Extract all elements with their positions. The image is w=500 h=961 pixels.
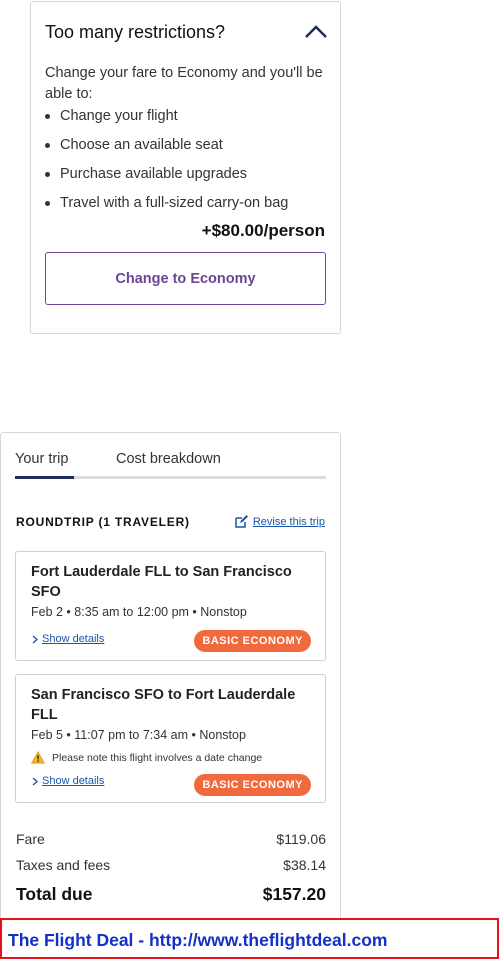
- flight-leg-return: San Francisco SFO to Fort Lauderdale FLL…: [15, 674, 326, 803]
- show-details-label: Show details: [42, 633, 105, 645]
- chevron-right-icon: [31, 777, 39, 786]
- trip-type-heading: ROUNDTRIP (1 TRAVELER): [16, 515, 190, 529]
- chevron-right-icon: [31, 635, 39, 644]
- active-tab-indicator: [15, 476, 74, 479]
- date-change-note-text: Please note this flight involves a date …: [52, 751, 263, 764]
- fare-class-badge: BASIC ECONOMY: [194, 630, 311, 652]
- chevron-up-icon[interactable]: [303, 22, 329, 42]
- total-value: $157.20: [262, 884, 326, 904]
- change-to-economy-button[interactable]: Change to Economy: [45, 252, 326, 305]
- leg-route: San Francisco SFO to Fort Lauderdale FLL: [31, 687, 296, 723]
- fare-label: Fare: [16, 831, 45, 847]
- leg-schedule: Feb 5 • 11:07 pm to 7:34 am • Nonstop: [31, 728, 246, 742]
- benefit-item: Travel with a full-sized carry-on bag: [45, 192, 288, 221]
- flight-leg-outbound: Fort Lauderdale FLL to San Francisco SFO…: [15, 551, 326, 661]
- trip-summary-card: Your trip Cost breakdown ROUNDTRIP (1 TR…: [0, 432, 341, 922]
- show-details-link[interactable]: Show details: [31, 633, 104, 645]
- total-row: Total due $157.20: [16, 884, 326, 905]
- fare-value: $119.06: [276, 831, 326, 847]
- benefits-list: Change your flight Choose an available s…: [45, 105, 288, 221]
- warning-icon: [30, 750, 46, 764]
- fare-row: Fare $119.06: [16, 831, 326, 847]
- show-details-link[interactable]: Show details: [31, 775, 104, 787]
- total-label: Total due: [16, 884, 93, 904]
- date-change-note: Please note this flight involves a date …: [30, 750, 263, 764]
- benefit-item: Change your flight: [45, 105, 288, 134]
- trip-tabs: Your trip Cost breakdown: [15, 451, 326, 481]
- upgrade-price: +$80.00/person: [201, 221, 325, 240]
- tab-cost-breakdown[interactable]: Cost breakdown: [116, 451, 221, 467]
- revise-trip-link[interactable]: Revise this trip: [234, 514, 325, 529]
- benefit-item: Purchase available upgrades: [45, 163, 288, 192]
- tab-your-trip[interactable]: Your trip: [15, 451, 68, 467]
- show-details-label: Show details: [42, 775, 105, 787]
- revise-trip-label: Revise this trip: [252, 515, 325, 528]
- benefit-item: Choose an available seat: [45, 134, 288, 163]
- leg-schedule: Feb 2 • 8:35 am to 12:00 pm • Nonstop: [31, 605, 247, 619]
- taxes-row: Taxes and fees $38.14: [16, 857, 326, 873]
- upgrade-restrictions-panel: Too many restrictions? Change your fare …: [30, 1, 341, 334]
- watermark-banner: The Flight Deal - http://www.theflightde…: [0, 918, 499, 959]
- watermark-text: The Flight Deal - http://www.theflightde…: [8, 930, 388, 950]
- restrictions-description: Change your fare to Economy and you'll b…: [45, 65, 323, 102]
- leg-route: Fort Lauderdale FLL to San Francisco SFO: [31, 564, 292, 600]
- fare-class-badge: BASIC ECONOMY: [194, 774, 311, 796]
- edit-icon: [234, 514, 249, 529]
- taxes-value: $38.14: [283, 857, 326, 873]
- taxes-label: Taxes and fees: [16, 857, 111, 873]
- restrictions-title: Too many restrictions?: [45, 22, 226, 42]
